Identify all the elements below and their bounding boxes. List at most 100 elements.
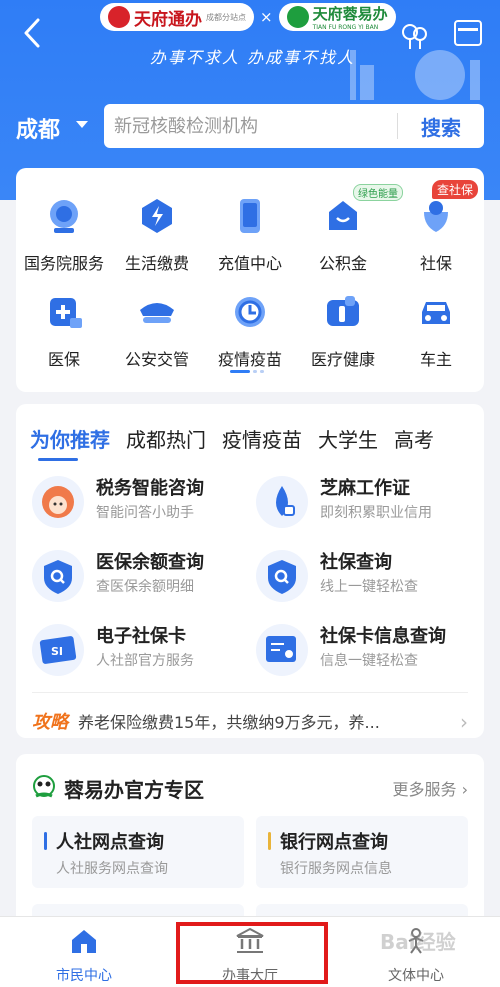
health-icon: [327, 296, 359, 326]
social-card-icon: SI: [32, 624, 84, 676]
housing-fund-icon: [329, 201, 357, 230]
recommend-item[interactable]: 社保查询 线上一键轻松查: [256, 546, 476, 606]
social-security-icon: [424, 201, 448, 232]
tip-tag: 攻略: [32, 712, 68, 733]
services-card: 国务院服务 生活缴费 充值中心 公积金 社保 医保 公安交管 疫情疫苗 医疗健康…: [16, 168, 484, 392]
service-item[interactable]: 医保: [14, 292, 114, 370]
tab-underline: [38, 458, 78, 461]
brand-separator: ×: [260, 8, 273, 26]
recommend-title: 社保查询: [320, 552, 392, 573]
brand-left-sub: 成都分站点: [206, 12, 246, 22]
pager-dot-active: [230, 370, 250, 373]
service-label: 社保: [419, 254, 452, 273]
nav-citizen-center[interactable]: 市民中心: [24, 927, 144, 985]
back-icon[interactable]: [18, 16, 48, 48]
service-item[interactable]: 医疗健康: [293, 292, 393, 370]
tip-row[interactable]: 攻略 养老保险缴费15年，共缴纳9万多元，养...: [32, 708, 380, 734]
recommend-subtitle: 线上一键轻松查: [320, 579, 418, 595]
service-label: 医保: [47, 350, 80, 369]
police-cap-icon: [140, 303, 174, 323]
tab-recommend[interactable]: 为你推荐: [30, 424, 110, 453]
search-input[interactable]: [104, 115, 397, 137]
recommend-title: 社保卡信息查询: [320, 626, 446, 647]
tree-icon: [402, 24, 427, 49]
official-zone-card: 蓉易办官方专区 更多服务 › 人社网点查询 人社服务网点查询 银行网点查询 银行…: [16, 754, 484, 934]
lightning-bill-icon: [142, 199, 172, 233]
tab-students[interactable]: 大学生: [318, 424, 378, 453]
service-label: 生活缴费: [124, 254, 189, 273]
recommend-tabs: 为你推荐 成都热门 疫情疫苗 大学生 高考: [30, 424, 434, 453]
vaccine-clock-icon: [235, 297, 265, 327]
recommend-item[interactable]: 税务智能咨询 智能问答小助手: [32, 472, 252, 532]
recommend-subtitle: 信息一键轻松查: [320, 653, 418, 669]
service-label: 国务院服务: [23, 254, 104, 273]
recommend-item[interactable]: 社保卡信息查询 信息一键轻松查: [256, 620, 476, 680]
phone-recharge-icon: [240, 199, 260, 233]
service-item[interactable]: 疫情疫苗: [200, 292, 300, 370]
recommend-title: 芝麻工作证: [320, 478, 410, 499]
service-label: 公安交管: [124, 350, 189, 369]
search-button[interactable]: 搜索: [398, 112, 484, 141]
slogan: 办事不求人 办成事不找人: [150, 48, 356, 67]
brand-right-wrap: 天府蓉易办 TIAN FU RONG YI BAN: [313, 3, 388, 31]
zone-item-title: 银行网点查询: [280, 832, 388, 853]
tip-text: 养老保险缴费15年，共缴纳9万多元，养...: [78, 713, 380, 732]
service-item[interactable]: 国务院服务: [14, 196, 114, 274]
recommend-item[interactable]: 芝麻工作证 即刻积累职业信用: [256, 472, 476, 532]
watermark: Bai经验: [380, 930, 456, 954]
shield-search-icon: [256, 550, 308, 602]
pager-dot: [253, 370, 257, 373]
more-services-label: 更多服务: [392, 780, 457, 799]
recommend-title: 税务智能咨询: [96, 478, 204, 499]
recommend-item[interactable]: 医保余额查询 查医保余额明细: [32, 546, 252, 606]
check-social-badge[interactable]: 查社保: [432, 180, 479, 199]
recommend-subtitle: 智能问答小助手: [96, 505, 194, 521]
brand-right-pill: 天府蓉易办 TIAN FU RONG YI BAN: [278, 3, 396, 31]
zone-item[interactable]: 人社网点查询 人社服务网点查询: [32, 816, 244, 888]
service-item[interactable]: 公积金: [293, 196, 393, 274]
brand-left-title: 天府通办: [134, 9, 202, 30]
recommend-card: 为你推荐 成都热门 疫情疫苗 大学生 高考 税务智能咨询 智能问答小助手 芝麻工…: [16, 404, 484, 738]
zone-item-bar: [268, 832, 271, 850]
chevron-down-icon[interactable]: [76, 121, 88, 128]
zone-item[interactable]: 银行网点查询 银行服务网点信息: [256, 816, 468, 888]
recommend-subtitle: 查医保余额明细: [96, 579, 194, 595]
highlight-box: [176, 922, 328, 984]
pager-dots: [230, 370, 264, 373]
service-label: 车主: [419, 350, 452, 369]
panda-logo-icon: [286, 6, 309, 28]
recommend-item[interactable]: SI 电子社保卡 人社部官方服务: [32, 620, 252, 680]
zone-item-title: 人社网点查询: [56, 832, 164, 853]
car-icon: [422, 302, 450, 324]
card-icon[interactable]: [454, 20, 482, 46]
tab-gaokao[interactable]: 高考: [394, 424, 434, 453]
more-services-link[interactable]: 更多服务 ›: [393, 776, 469, 800]
brand-right-title: 天府蓉易办: [312, 5, 388, 23]
service-label: 疫情疫苗: [217, 350, 282, 369]
shield-search-icon: [32, 550, 84, 602]
recommend-title: 医保余额查询: [96, 552, 204, 573]
service-item[interactable]: 充值中心: [200, 196, 300, 274]
zone-item-subtitle: 人社服务网点查询: [56, 861, 168, 877]
service-item[interactable]: 车主: [386, 292, 486, 370]
panda-logo-icon: [33, 775, 55, 798]
home-icon: [72, 930, 96, 953]
svg-text:SI: SI: [51, 645, 63, 658]
service-item[interactable]: 生活缴费: [107, 196, 207, 274]
recommend-title: 电子社保卡: [96, 626, 186, 647]
state-council-icon: [50, 200, 78, 233]
brand-bar: 天府通办 成都分站点 × 天府蓉易办 TIAN FU RONG YI BAN: [100, 2, 396, 32]
service-item[interactable]: 公安交管: [107, 292, 207, 370]
sesame-work-icon: [256, 476, 308, 528]
zone-item-bar: [44, 832, 47, 850]
chevron-right-icon[interactable]: ›: [460, 710, 468, 734]
city-selector[interactable]: 成都: [16, 112, 60, 144]
card-search-icon: [256, 624, 308, 676]
green-energy-badge: 绿色能量: [353, 184, 403, 201]
tab-vaccine[interactable]: 疫情疫苗: [222, 424, 302, 453]
medical-insurance-icon: [50, 298, 82, 328]
tab-chengdu-hot[interactable]: 成都热门: [126, 424, 206, 453]
service-label: 医疗健康: [310, 350, 375, 369]
service-item[interactable]: 社保: [386, 196, 486, 274]
recommend-subtitle: 人社部官方服务: [96, 653, 194, 669]
